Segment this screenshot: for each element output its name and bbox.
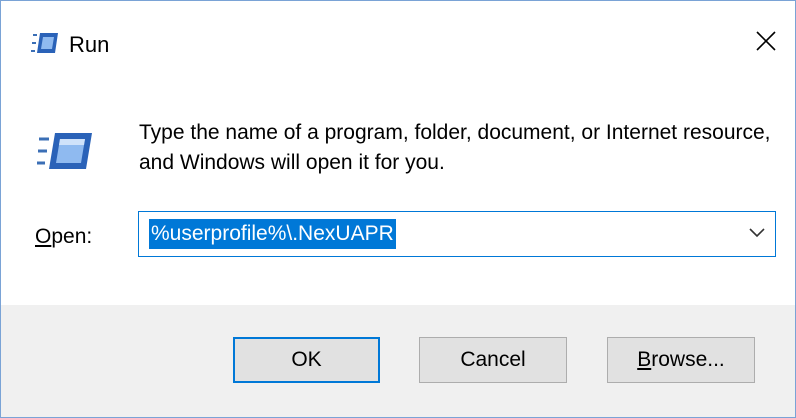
browse-accelerator: B [637,348,652,371]
ok-button[interactable]: OK [233,337,380,383]
close-button[interactable] [737,15,795,71]
open-combobox[interactable]: %userprofile%\.NexUAPR [138,211,776,257]
open-input[interactable]: %userprofile%\.NexUAPR [149,219,396,249]
chevron-down-icon [749,225,765,243]
window-title: Run [69,32,110,57]
open-label-accelerator: O [35,225,52,248]
run-icon [37,129,93,173]
browse-button[interactable]: Browse... [607,337,755,383]
close-icon [755,30,777,57]
description-text: Type the name of a program, folder, docu… [139,121,771,174]
cancel-button[interactable]: Cancel [419,337,567,383]
open-label-text: pen: [51,225,93,248]
button-bar: OK Cancel Browse... [1,305,795,417]
dialog-body: Type the name of a program, folder, docu… [1,89,795,305]
open-label: Open: [35,223,92,251]
run-dialog: Run Type the name of a program, folder, … [0,0,796,418]
browse-label: rowse... [651,348,725,371]
dropdown-button[interactable] [739,212,775,256]
title-bar[interactable]: Run [1,1,795,89]
run-icon [31,31,59,55]
